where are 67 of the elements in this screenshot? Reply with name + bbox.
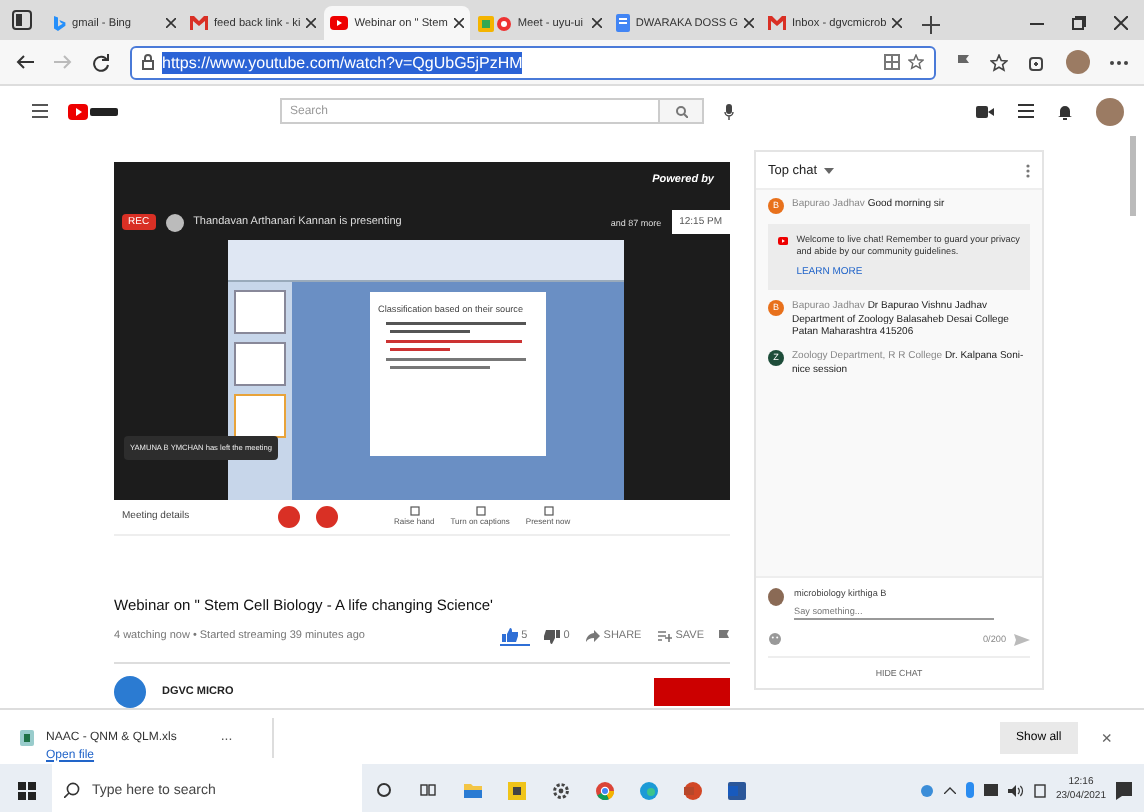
chrome-icon[interactable] <box>595 781 613 799</box>
chevron-up-icon[interactable] <box>943 786 956 794</box>
task-view-icon[interactable] <box>420 782 436 798</box>
emoji-icon[interactable] <box>768 632 782 646</box>
bing-icon <box>52 15 66 31</box>
close-icon[interactable] <box>892 18 903 28</box>
mail-icon <box>767 16 786 30</box>
add-playlist-icon <box>657 630 672 642</box>
microphone-icon[interactable] <box>724 103 734 119</box>
apps-icon[interactable] <box>1018 104 1034 118</box>
restore-icon[interactable] <box>1072 16 1086 30</box>
close-icon[interactable] <box>306 18 317 28</box>
presenter-avatar <box>165 213 184 231</box>
lock-icon <box>142 54 154 70</box>
star-icon[interactable] <box>990 53 1008 71</box>
bell-icon[interactable] <box>1058 103 1072 119</box>
windows-start-icon[interactable] <box>17 781 35 799</box>
notifications-icon[interactable] <box>1116 781 1132 799</box>
app-icon[interactable] <box>507 781 525 799</box>
close-icon[interactable] <box>166 18 176 28</box>
settings-icon[interactable] <box>551 781 569 799</box>
speaker-icon[interactable] <box>1007 783 1024 797</box>
slide-thumbnail <box>234 394 286 438</box>
slide-thumbnail <box>234 342 286 386</box>
address-field[interactable]: https://www.youtube.com/watch?v=QgUbG5jPzHM <box>130 45 936 79</box>
profile-avatar[interactable] <box>1066 50 1090 74</box>
slide-thumbnail <box>234 290 286 334</box>
channel-avatar[interactable] <box>114 676 146 708</box>
word-icon[interactable] <box>727 781 745 799</box>
mail-icon <box>190 16 208 30</box>
more-icon[interactable] <box>1110 59 1128 65</box>
refresh-icon[interactable] <box>92 53 110 71</box>
account-avatar[interactable] <box>1096 97 1124 125</box>
control-icon <box>409 506 420 517</box>
end-call-button[interactable] <box>278 505 300 528</box>
close-button[interactable]: × <box>1089 725 1124 749</box>
flag-icon[interactable] <box>718 629 730 643</box>
search-icon <box>675 105 687 117</box>
thumbs-up-icon <box>501 628 518 642</box>
search-button[interactable] <box>660 98 704 124</box>
control-icon <box>475 506 486 517</box>
folder-icon[interactable] <box>463 782 481 798</box>
close-icon[interactable] <box>453 18 464 28</box>
youtube-icon <box>778 234 789 248</box>
grid-icon[interactable] <box>884 54 900 70</box>
mute-button[interactable] <box>316 505 338 528</box>
scrollbar-thumb[interactable] <box>1130 136 1136 216</box>
control-icon <box>543 506 554 517</box>
thumbs-down-icon <box>543 629 560 643</box>
youtube-icon <box>330 16 349 30</box>
back-arrow-icon[interactable] <box>16 54 34 70</box>
caret-down-icon[interactable] <box>823 167 834 173</box>
document-icon <box>615 14 630 32</box>
menu-icon[interactable] <box>32 104 48 118</box>
star-icon[interactable] <box>908 54 924 70</box>
new-tab-icon[interactable] <box>922 16 941 34</box>
meet-icon <box>477 15 512 31</box>
share-arrow-icon <box>585 630 600 642</box>
spreadsheet-file-icon <box>20 729 34 745</box>
close-icon[interactable] <box>591 18 602 28</box>
tab-actions-icon[interactable] <box>12 10 32 30</box>
video-camera-icon[interactable] <box>976 105 994 117</box>
youtube-logo-icon[interactable] <box>68 103 120 119</box>
close-icon[interactable] <box>1114 16 1128 30</box>
search-icon <box>64 782 80 798</box>
user-avatar <box>768 588 784 606</box>
close-icon[interactable] <box>743 18 754 28</box>
